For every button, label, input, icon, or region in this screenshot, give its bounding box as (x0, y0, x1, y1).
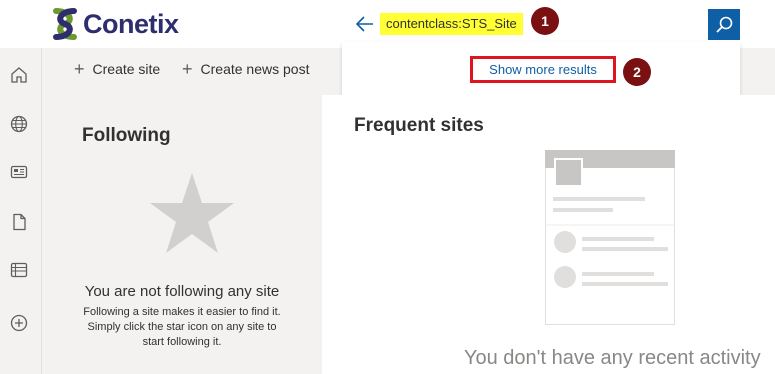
following-panel: Following You are not following any site… (42, 91, 322, 374)
logo[interactable]: Conetix (48, 6, 179, 42)
empty-site-card-illustration (545, 150, 675, 325)
globe-icon[interactable] (9, 114, 29, 134)
annotation-badge-1: 1 (531, 7, 559, 35)
star-icon (150, 173, 234, 253)
following-empty-description: Following a site makes it easier to find… (83, 306, 281, 348)
create-news-post-button[interactable]: + Create news post (182, 60, 309, 78)
logo-text: Conetix (83, 8, 179, 39)
frequent-sites-title: Frequent sites (354, 115, 484, 136)
logo-mark-icon (53, 8, 77, 40)
create-site-button[interactable]: + Create site (74, 60, 160, 78)
search-button[interactable] (708, 9, 740, 40)
news-icon[interactable] (9, 162, 29, 182)
search-icon (716, 16, 733, 33)
command-bar: + Create site + Create news post (42, 48, 322, 91)
file-icon[interactable] (9, 212, 29, 232)
annotation-badge-2: 2 (623, 58, 651, 86)
app-bar (0, 48, 42, 374)
create-news-post-label: Create news post (200, 61, 310, 77)
frequent-sites-section: Frequent sites You don't have any recent… (322, 95, 775, 374)
search-input[interactable]: contentclass:STS_Site (380, 13, 523, 35)
list-icon[interactable] (9, 260, 29, 280)
create-site-label: Create site (92, 61, 161, 77)
following-empty-title: You are not following any site (84, 283, 280, 300)
search-suggestions-dropdown: Show more results (342, 42, 740, 95)
top-header: Conetix contentclass:STS_Site (0, 0, 775, 48)
no-recent-activity-text: You don't have any recent activity (464, 347, 761, 369)
plus-icon: + (182, 59, 193, 79)
home-icon[interactable] (9, 65, 29, 85)
following-title: Following (82, 125, 171, 146)
plus-icon: + (74, 59, 85, 79)
arrow-left-icon[interactable] (355, 14, 375, 34)
show-more-results-link[interactable]: Show more results (470, 56, 616, 83)
add-icon[interactable] (9, 313, 29, 333)
